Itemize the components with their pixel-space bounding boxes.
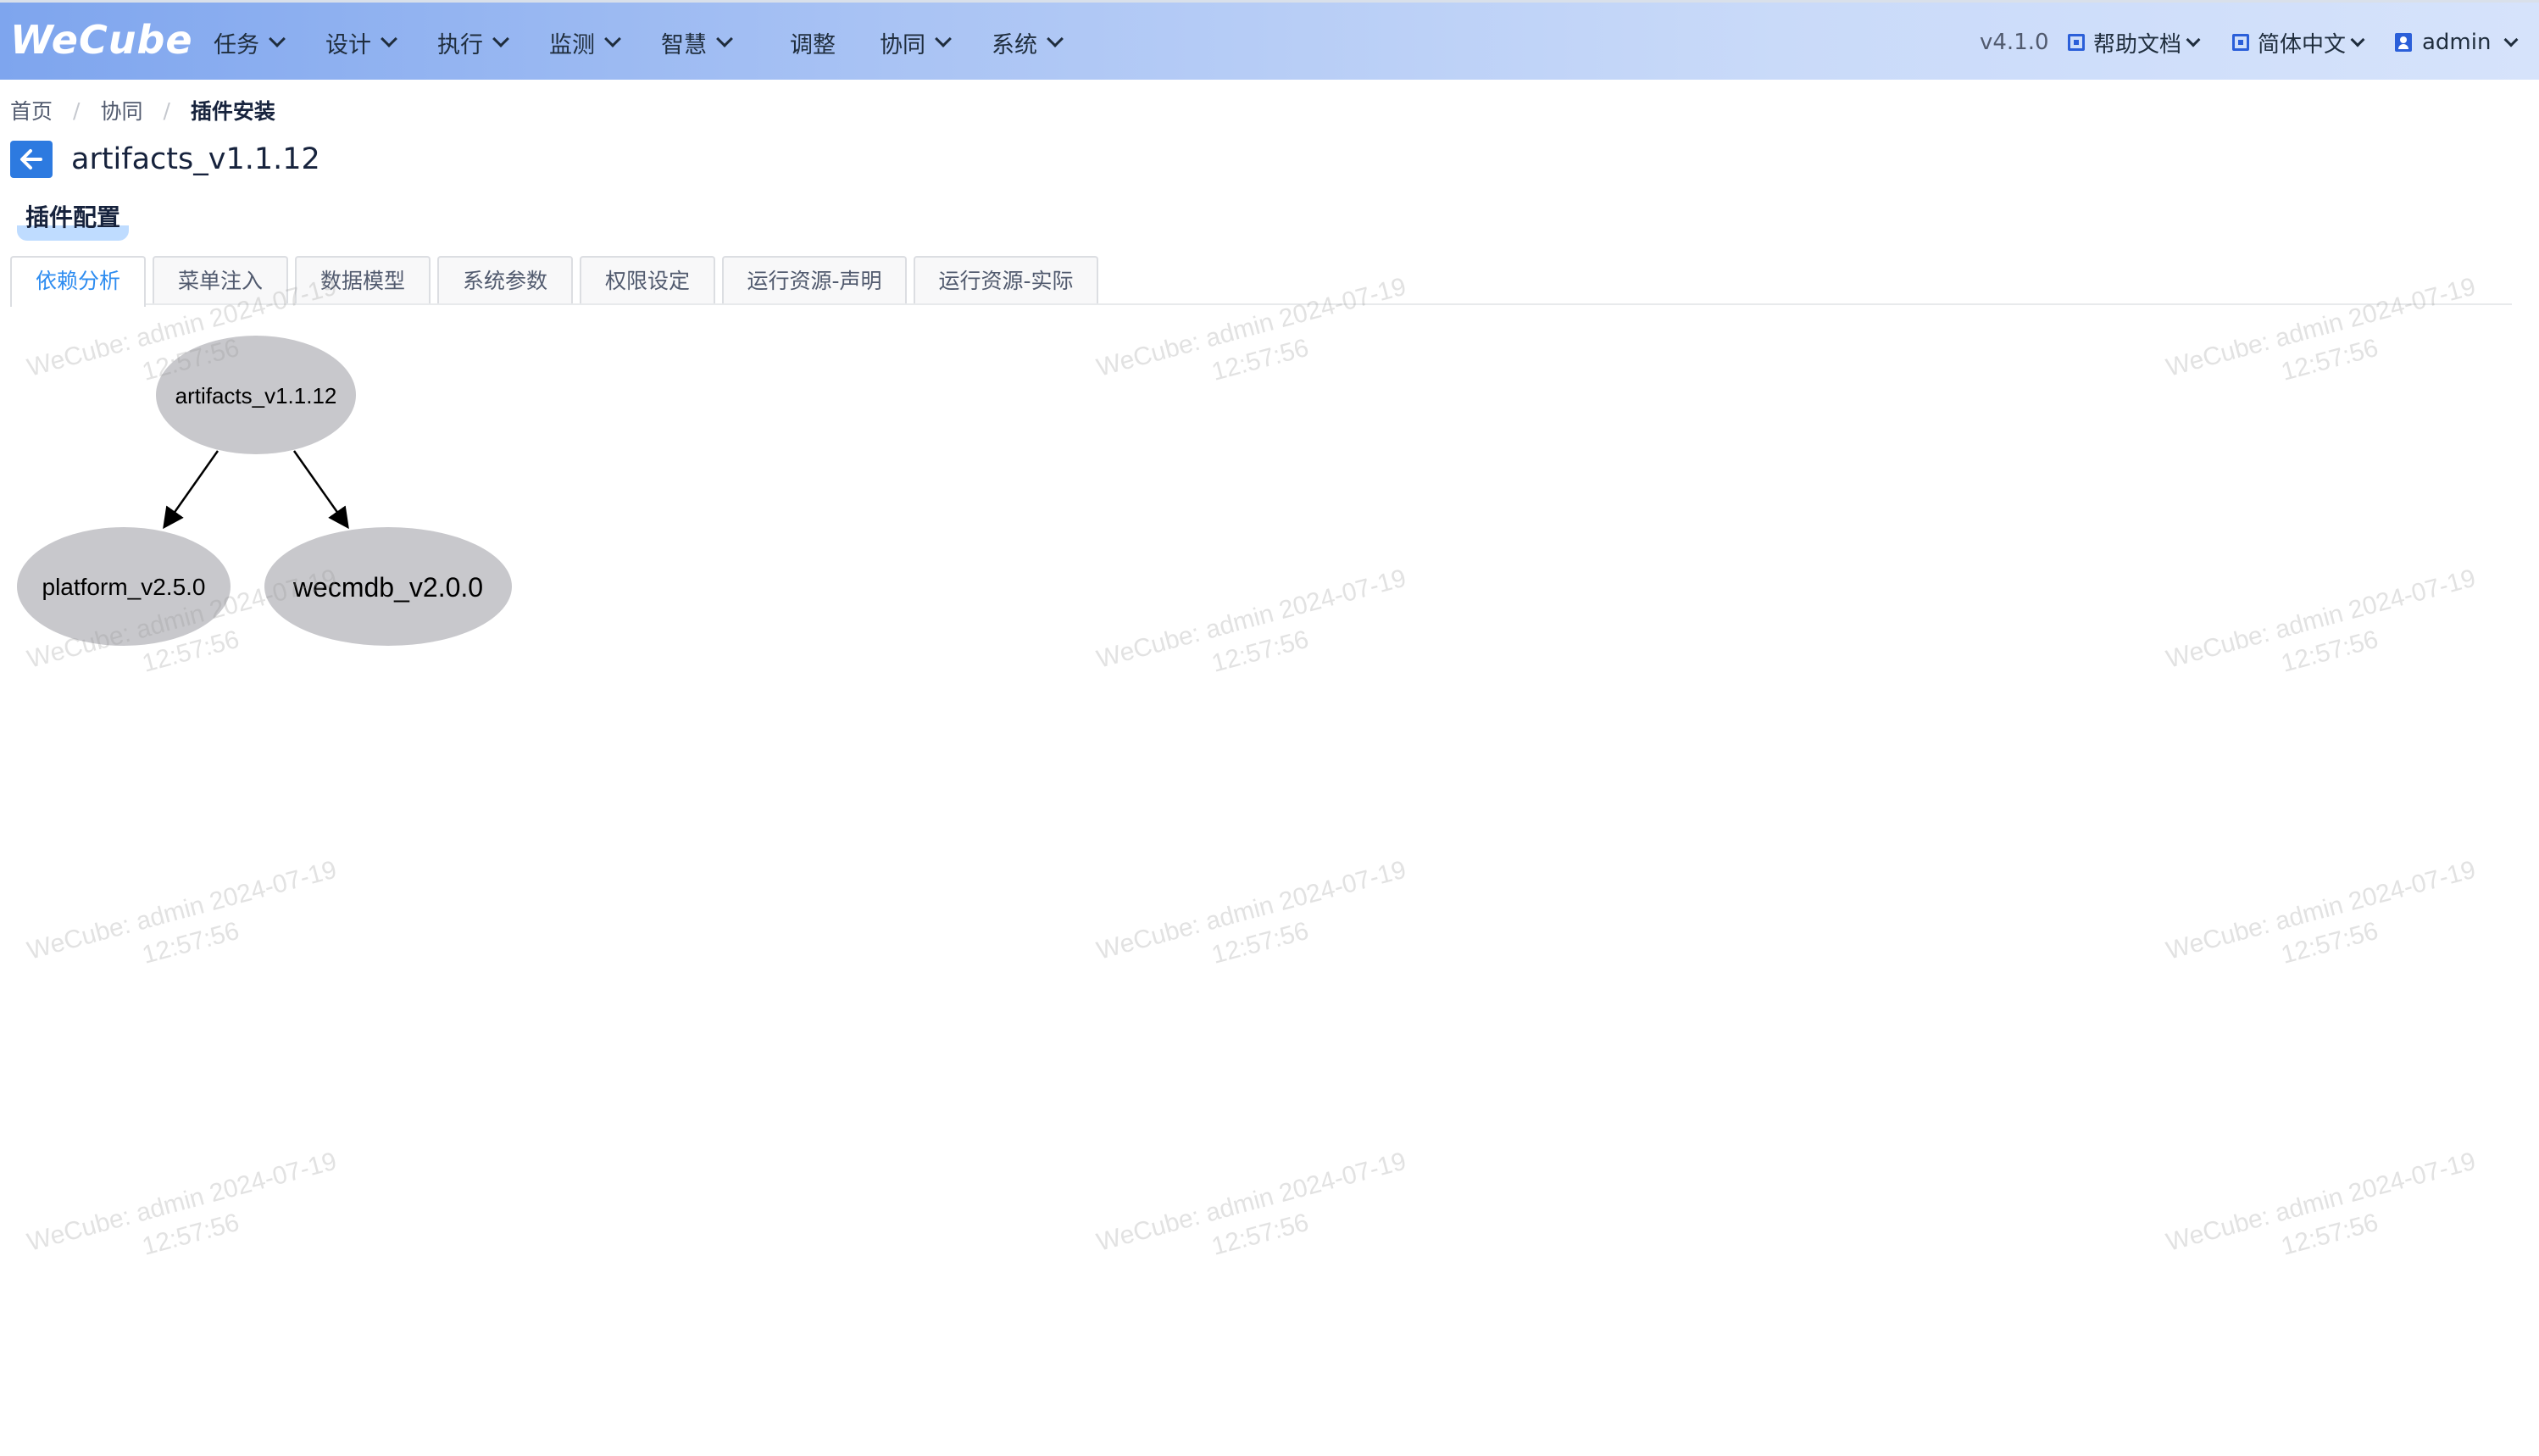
nav-adjust-label: 调整: [790, 31, 836, 58]
nav-collaborate[interactable]: 协同: [880, 3, 952, 82]
breadcrumb-current: 插件安装: [190, 99, 275, 124]
watermark: WeCube: admin 2024-07-19 12:57:56: [2163, 564, 2479, 678]
watermark: WeCube: admin 2024-07-19 12:57:56: [2163, 1147, 2479, 1261]
help-docs-icon: [2068, 34, 2085, 51]
nav-design-label: 设计: [325, 31, 371, 58]
tab-menu-injection[interactable]: 菜单注入: [153, 256, 288, 303]
tab-runtime-actual[interactable]: 运行资源-实际: [914, 256, 1098, 303]
watermark: WeCube: admin 2024-07-19 12:57:56: [1093, 564, 1409, 678]
language-label: 简体中文: [2258, 31, 2347, 58]
page-title: artifacts_v1.1.12: [71, 142, 320, 176]
dependency-edge: [163, 450, 219, 530]
chevron-down-icon: [381, 31, 397, 47]
watermark: WeCube: admin 2024-07-19 12:57:56: [1093, 272, 1409, 386]
tab-runtime-declared[interactable]: 运行资源-声明: [722, 256, 907, 303]
watermark: WeCube: admin 2024-07-19 12:57:56: [1093, 1147, 1409, 1261]
chevron-down-icon: [2503, 32, 2519, 47]
back-button[interactable]: [10, 141, 53, 178]
dependency-graph: artifacts_v1.1.12 platform_v2.5.0 wecmdb…: [17, 336, 512, 646]
help-docs-label: 帮助文档: [2093, 31, 2182, 58]
watermark: WeCube: admin 2024-07-19 12:57:56: [24, 855, 340, 970]
chevron-down-icon: [269, 31, 286, 47]
help-docs-menu[interactable]: 帮助文档: [2068, 3, 2201, 82]
user-menu[interactable]: admin: [2395, 3, 2519, 82]
tab-data-model[interactable]: 数据模型: [295, 256, 431, 303]
graph-node-wecmdb[interactable]: wecmdb_v2.0.0: [264, 527, 512, 646]
nav-monitor[interactable]: 监测: [549, 3, 621, 82]
chevron-down-icon: [716, 31, 733, 47]
wecube-logo[interactable]: WeCube: [10, 14, 193, 65]
nav-intelligence-label: 智慧: [661, 31, 707, 58]
graph-node-root-label: artifacts_v1.1.12: [175, 383, 337, 408]
nav-monitor-label: 监测: [549, 31, 595, 58]
breadcrumb-collaborate[interactable]: 协同: [100, 95, 142, 125]
breadcrumb-separator: /: [73, 97, 81, 123]
tab-permissions[interactable]: 权限设定: [580, 256, 715, 303]
chevron-down-icon: [492, 31, 509, 47]
breadcrumb: 首页 / 协同 / 插件安装: [10, 95, 275, 125]
nav-adjust[interactable]: 调整: [790, 3, 836, 82]
graph-node-wecmdb-label: wecmdb_v2.0.0: [292, 572, 483, 603]
nav-task[interactable]: 任务: [214, 3, 286, 82]
section-label: 插件配置: [17, 200, 130, 241]
chevron-down-icon: [935, 31, 952, 47]
breadcrumb-home[interactable]: 首页: [10, 95, 53, 125]
chevron-down-icon: [2350, 32, 2365, 47]
language-menu[interactable]: 简体中文: [2232, 3, 2365, 82]
graph-node-root[interactable]: artifacts_v1.1.12: [156, 336, 356, 454]
nav-task-label: 任务: [214, 31, 259, 58]
dependency-edge: [292, 450, 349, 530]
watermark: WeCube: admin 2024-07-19 12:57:56: [2163, 855, 2479, 970]
graph-node-platform-label: platform_v2.5.0: [42, 574, 206, 600]
watermark: WeCube: admin 2024-07-19 12:57:56: [2163, 272, 2479, 386]
graph-node-platform[interactable]: platform_v2.5.0: [17, 527, 231, 646]
watermark: WeCube: admin 2024-07-19 12:57:56: [1093, 855, 1409, 970]
user-icon: [2395, 33, 2412, 52]
tab-dependency-analysis[interactable]: 依赖分析: [10, 256, 146, 307]
nav-collaborate-label: 协同: [880, 31, 925, 58]
watermark-layer: WeCube: admin 2024-07-19 12:57:56 WeCube:…: [0, 0, 2539, 1456]
nav-system-label: 系统: [992, 31, 1037, 58]
nav-intelligence[interactable]: 智慧: [661, 3, 733, 82]
nav-system[interactable]: 系统: [992, 3, 1064, 82]
user-name: admin: [2422, 30, 2492, 55]
top-navigation-bar: WeCube 任务 设计 执行 监测 智慧 调整 协同 系统 v4.1.0 帮助…: [0, 0, 2539, 80]
nav-execute-label: 执行: [437, 31, 483, 58]
chevron-down-icon: [2186, 32, 2201, 47]
chevron-down-icon: [604, 31, 621, 47]
arrow-left-icon: [20, 149, 42, 169]
version-label: v4.1.0: [1980, 30, 2049, 55]
nav-design[interactable]: 设计: [325, 3, 397, 82]
watermark: WeCube: admin 2024-07-19 12:57:56: [24, 1147, 340, 1261]
breadcrumb-separator: /: [163, 97, 170, 123]
chevron-down-icon: [1047, 31, 1064, 47]
tab-system-parameters[interactable]: 系统参数: [437, 256, 573, 303]
nav-execute[interactable]: 执行: [437, 3, 509, 82]
language-icon: [2232, 34, 2249, 51]
